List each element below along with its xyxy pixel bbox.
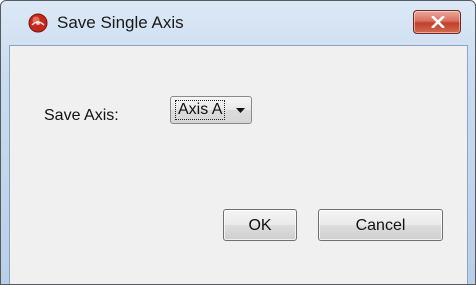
axis-select-value: Axis A <box>175 100 226 120</box>
cancel-button[interactable]: Cancel <box>318 209 443 241</box>
title-bar[interactable]: Save Single Axis <box>1 1 475 45</box>
dialog-content: Save Axis: Axis A OK Cancel <box>9 45 468 284</box>
close-icon <box>431 16 445 28</box>
dialog-window: Save Single Axis Save Axis: Axis A OK Ca… <box>0 0 476 285</box>
axis-select[interactable]: Axis A <box>170 96 252 124</box>
close-button[interactable] <box>413 10 461 34</box>
ok-button[interactable]: OK <box>223 209 297 241</box>
window-title: Save Single Axis <box>57 13 184 32</box>
save-axis-label: Save Axis: <box>44 107 119 124</box>
chevron-down-icon <box>236 108 245 113</box>
app-logo-icon <box>28 13 48 33</box>
